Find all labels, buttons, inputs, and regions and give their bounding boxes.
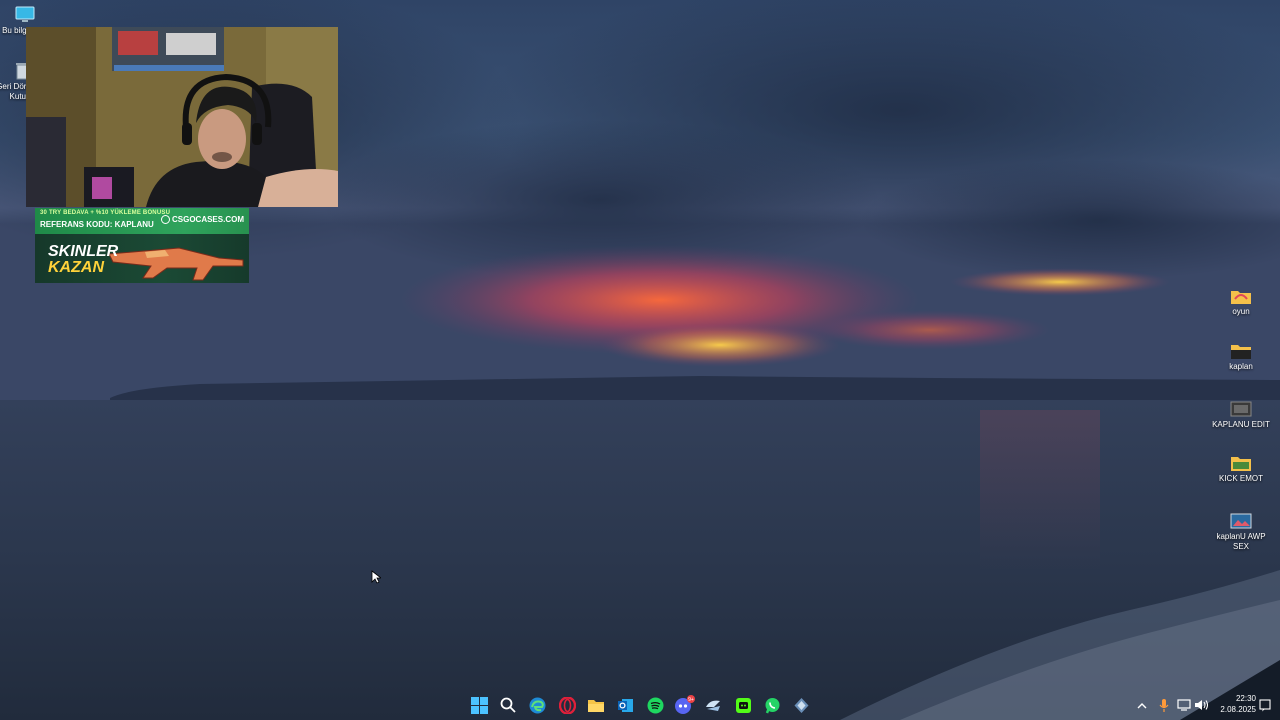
promo-referral-code: REFERANS KODU: KAPLANU <box>40 220 154 229</box>
chevron-up-icon <box>1137 702 1147 708</box>
desktop-icon-kick-emot[interactable]: KICK EMOT <box>1211 454 1271 484</box>
promo-headline: SKINLER KAZAN <box>48 244 118 276</box>
tray-volume[interactable] <box>1193 697 1209 713</box>
monitor-icon <box>15 6 35 22</box>
discord-icon: 9+ <box>675 695 695 714</box>
discord-badge: 9+ <box>688 697 694 703</box>
tray-overflow-button[interactable] <box>1134 697 1150 713</box>
clock-time: 22:30 <box>1235 694 1256 703</box>
taskbar-discord[interactable]: 9+ <box>672 693 696 717</box>
notification-center-button[interactable] <box>1257 697 1273 713</box>
desktop-icon-kaplanu-edit[interactable]: KAPLANU EDIT <box>1211 400 1271 430</box>
desktop-icon-label: kaplan <box>1229 362 1253 371</box>
network-icon <box>1177 699 1191 711</box>
promo-brand-text: CSGOCASES.COM <box>171 215 244 224</box>
desktop-icon-label: oyun <box>1232 307 1250 316</box>
taskbar <box>0 690 1280 720</box>
promo-headline-1: SKINLER <box>48 243 119 260</box>
kick-icon <box>735 697 751 713</box>
desktop-icon-label: KICK EMOT <box>1218 474 1263 483</box>
desktop-icon-oyun[interactable]: oyun <box>1211 287 1271 317</box>
csgocases-logo-icon <box>160 215 170 225</box>
tray-microphone[interactable] <box>1156 697 1172 713</box>
promo-banner: 30 TRY BEDAVA + %10 YÜKLEME BONUSU REFER… <box>35 208 249 283</box>
taskbar-app[interactable] <box>789 693 813 717</box>
app-icon <box>794 697 808 713</box>
outlook-icon <box>617 698 633 712</box>
promo-line-1: 30 TRY BEDAVA + %10 YÜKLEME BONUSU <box>40 210 171 216</box>
desktop-icon-kaplan[interactable]: kaplan <box>1211 342 1271 372</box>
notification-bell-icon <box>1259 698 1271 711</box>
whatsapp-icon <box>765 697 779 713</box>
spotify-icon <box>647 697 663 713</box>
desktop-icon-label: KAPLANU EDIT <box>1212 420 1270 429</box>
taskbar-steam[interactable] <box>701 693 725 717</box>
taskbar-file-explorer[interactable] <box>584 693 608 717</box>
folder-icon <box>1231 291 1251 304</box>
folder-icon <box>588 699 604 712</box>
folder-icon <box>1231 345 1251 359</box>
mouse-cursor-icon <box>371 570 381 584</box>
taskbar-clock[interactable]: 22:30 2.08.2025 <box>1210 693 1256 715</box>
edge-icon <box>529 697 545 713</box>
start-button[interactable] <box>467 693 491 717</box>
search-button[interactable] <box>496 693 520 717</box>
desktop-icon-kaplanu-awp[interactable]: kaplanU AWP SEX <box>1211 512 1271 552</box>
opera-icon <box>558 696 576 714</box>
folder-icon <box>1231 457 1251 471</box>
taskbar-opera[interactable] <box>555 693 579 717</box>
desktop-icon-label: kaplanU AWP SEX <box>1216 532 1266 551</box>
search-icon <box>500 697 516 713</box>
volume-icon <box>1195 700 1208 710</box>
taskbar-edge[interactable] <box>525 693 549 717</box>
promo-headline-2: KAZAN <box>48 259 104 276</box>
image-file-icon <box>1230 513 1252 529</box>
taskbar-spotify[interactable] <box>643 693 667 717</box>
microphone-icon <box>1159 699 1169 712</box>
promo-brand: CSGOCASES.COM <box>160 215 244 225</box>
webcam-scene <box>26 27 338 207</box>
windows-start-icon <box>470 696 488 714</box>
video-file-icon <box>1230 401 1252 417</box>
steam-icon <box>705 700 720 711</box>
tray-network[interactable] <box>1176 697 1192 713</box>
webcam-feed <box>26 27 338 207</box>
clock-date: 2.08.2025 <box>1220 705 1256 714</box>
taskbar-outlook[interactable] <box>613 693 637 717</box>
rifle-skin-icon <box>108 247 244 281</box>
taskbar-whatsapp[interactable] <box>760 693 784 717</box>
taskbar-kick[interactable] <box>731 693 755 717</box>
